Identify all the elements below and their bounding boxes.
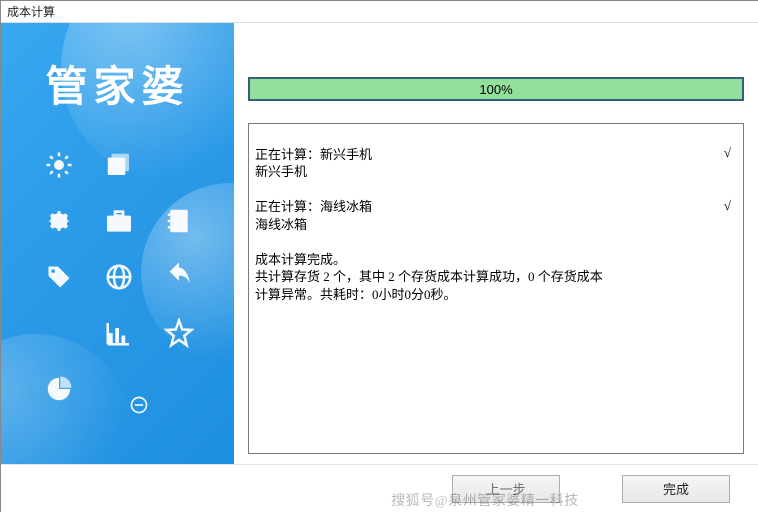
log-line: 海线冰箱 — [255, 217, 307, 232]
star-icon — [164, 318, 194, 351]
content: 管家婆 — [1, 23, 758, 512]
right-panel: 100% 正在计算：新兴手机 新兴手机 √ 正在计算：海线冰箱 海线冰箱 √ 成本计… — [234, 23, 758, 464]
log-line: 正在计算：海线冰箱 — [255, 199, 372, 214]
piechart-icon — [44, 374, 74, 407]
barchart-icon — [104, 318, 134, 351]
cost-calc-window: 成本计算 管家婆 — [0, 0, 758, 512]
log-output: 正在计算：新兴手机 新兴手机√ 正在计算：海线冰箱 海线冰箱√ 成本计算完成。 … — [248, 123, 744, 454]
log-line: 新兴手机 — [255, 164, 307, 179]
sun-icon — [44, 150, 74, 183]
minus-icon — [129, 395, 149, 418]
gear-icon — [44, 206, 74, 239]
prev-button[interactable]: 上一步 — [452, 475, 560, 503]
finish-button[interactable]: 完成 — [622, 475, 730, 503]
progress-bar: 100% — [248, 77, 744, 101]
undo-icon — [163, 261, 195, 296]
log-line: 正在计算：新兴手机 — [255, 147, 372, 162]
checkmark-icon: √ — [724, 144, 731, 162]
checkmark-icon: √ — [724, 197, 731, 215]
briefcase-icon — [103, 205, 135, 240]
icon-grid — [29, 138, 209, 418]
log-line: 共计算存货 2 个，其中 2 个存货成本计算成功，0 个存货成本 — [255, 269, 603, 284]
folders-icon — [104, 150, 134, 183]
tag-icon — [45, 263, 73, 294]
window-title: 成本计算 — [1, 1, 758, 23]
footer: 上一步 完成 — [1, 464, 758, 512]
brand-logo: 管家婆 — [1, 53, 234, 114]
log-line: 计算异常。共耗时：0小时0分0秒。 — [255, 287, 457, 302]
main-row: 管家婆 — [1, 23, 758, 464]
progress-label: 100% — [479, 82, 512, 97]
globe-icon — [104, 262, 134, 295]
log-line: 成本计算完成。 — [255, 252, 346, 267]
sidebar: 管家婆 — [1, 23, 234, 464]
notebook-icon — [164, 206, 194, 239]
